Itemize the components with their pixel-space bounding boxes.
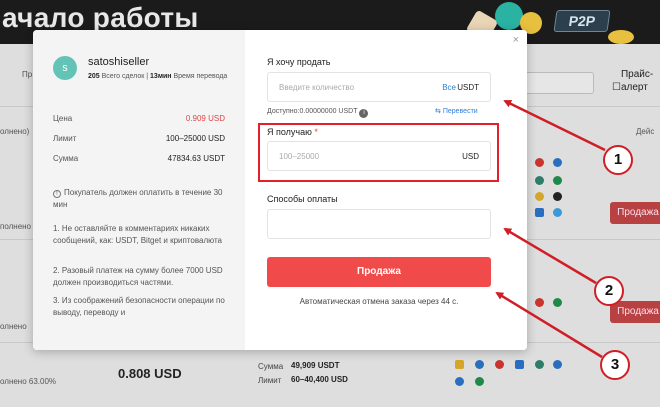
annotation-arrows	[495, 99, 606, 359]
arrow-3	[495, 291, 603, 359]
callout-2: 2	[594, 276, 624, 306]
callout-1: 1	[603, 145, 633, 175]
callout-3: 3	[600, 350, 630, 380]
arrow-1	[503, 99, 606, 152]
arrow-2	[503, 227, 597, 285]
